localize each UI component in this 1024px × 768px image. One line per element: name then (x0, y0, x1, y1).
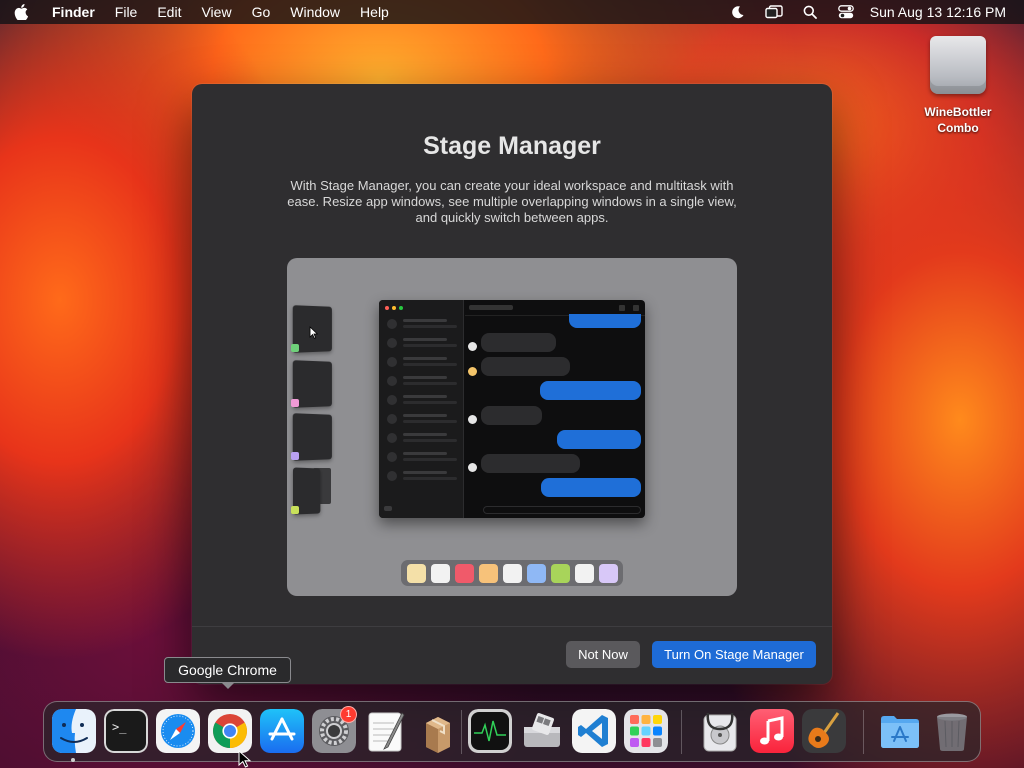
vscode-icon[interactable] (572, 709, 616, 753)
preview-dock-tile (574, 563, 594, 583)
focus-moon-icon[interactable] (720, 5, 756, 19)
dock-separator (681, 710, 682, 754)
activity-monitor-icon[interactable] (468, 709, 512, 753)
zoom-dot-icon (399, 306, 403, 310)
menu-window[interactable]: Window (280, 0, 350, 24)
chrome-icon[interactable] (208, 709, 252, 753)
minimize-dot-icon (392, 306, 396, 310)
apple-logo-icon[interactable] (0, 4, 42, 20)
preview-conversation-row (385, 394, 459, 406)
preview-bubble-out (557, 430, 641, 449)
preview-bubble-out (541, 478, 641, 497)
control-center-icon[interactable] (828, 5, 864, 19)
preview-avatar (468, 463, 477, 472)
preview-dock-tile (550, 563, 570, 583)
applications-folder-icon[interactable] (878, 709, 922, 753)
preview-bubble-in (481, 357, 570, 376)
mouse-cursor-icon (238, 750, 252, 768)
dock-separator (461, 710, 462, 754)
preview-avatar (468, 415, 477, 424)
preview-conversation-row (385, 356, 459, 368)
preview-app-dot-1 (291, 344, 299, 352)
menu-help[interactable]: Help (350, 0, 399, 24)
preview-message-input (483, 506, 641, 514)
external-drive-icon (930, 36, 986, 94)
desktop-icon-label: WineBottler Combo (924, 104, 991, 136)
desktop-icon-winebottler[interactable]: WineBottler Combo (918, 36, 998, 136)
trash-icon[interactable] (930, 709, 974, 753)
preview-dock-tile (478, 563, 498, 583)
dock-tooltip-arrow (221, 682, 235, 689)
dock: >_ 1 (43, 701, 981, 762)
preview-conversation-row (385, 318, 459, 330)
stage-manager-preview (287, 258, 737, 596)
desktop-icon-label-line1: WineBottler (924, 105, 992, 119)
running-indicator (71, 758, 75, 762)
preview-dock-tile (454, 563, 474, 583)
desktop-icon-label-line2: Combo (937, 121, 979, 135)
menu-file[interactable]: File (105, 0, 148, 24)
disk-utility-stethoscope-icon[interactable] (698, 709, 742, 753)
launchpad-grid-icon[interactable] (624, 709, 668, 753)
notification-badge: 1 (340, 706, 357, 723)
not-now-button[interactable]: Not Now (566, 641, 640, 668)
menu-clock[interactable]: Sun Aug 13 12:16 PM (864, 4, 1024, 20)
boot-camp-icon[interactable] (520, 709, 564, 753)
preview-avatar (468, 342, 477, 351)
finder-icon[interactable] (52, 709, 96, 753)
music-note-icon[interactable] (750, 709, 794, 753)
preview-conversation-row (385, 432, 459, 444)
preview-messages-window (379, 300, 645, 518)
preview-bubble-in (481, 454, 580, 473)
spotlight-search-icon[interactable] (792, 5, 828, 19)
preview-conversation-row (385, 337, 459, 349)
preview-conversation-row (385, 470, 459, 482)
preview-bubble-out (569, 314, 641, 328)
menu-go[interactable]: Go (242, 0, 281, 24)
preview-dock-tile (406, 563, 426, 583)
menu-app-name[interactable]: Finder (42, 0, 105, 24)
preview-dock (401, 560, 623, 586)
preview-conversation-row (385, 413, 459, 425)
turn-on-stage-manager-button[interactable]: Turn On Stage Manager (652, 641, 816, 668)
preview-sidebar (379, 300, 464, 518)
dock-separator (863, 710, 864, 754)
dialog-title: Stage Manager (423, 132, 601, 160)
terminal-icon[interactable]: >_ (104, 709, 148, 753)
preview-dock-tile (526, 563, 546, 583)
dialog-description: With Stage Manager, you can create your … (287, 178, 737, 225)
preview-bubble-out (540, 381, 641, 400)
guitar-icon[interactable] (802, 709, 846, 753)
preview-app-dot-2 (291, 399, 299, 407)
preview-app-dot-3 (291, 452, 299, 460)
stage-manager-dialog: Stage Manager With Stage Manager, you ca… (192, 84, 832, 684)
textedit-pen-icon[interactable] (364, 709, 408, 753)
preview-cursor-icon (309, 326, 318, 339)
menu-bar: Finder File Edit View Go Window Help Sun… (0, 0, 1024, 24)
safari-compass-icon[interactable] (156, 709, 200, 753)
package-box-icon[interactable] (416, 709, 460, 753)
preview-bubble-in (481, 333, 556, 352)
preview-conversation-row (385, 375, 459, 387)
preview-dock-tile (598, 563, 618, 583)
menu-edit[interactable]: Edit (147, 0, 191, 24)
menu-view[interactable]: View (191, 0, 241, 24)
preview-avatar (468, 367, 477, 376)
preview-compose-icon (384, 506, 392, 511)
preview-conversation-row (385, 451, 459, 463)
app-store-icon[interactable] (260, 709, 304, 753)
stage-manager-icon[interactable] (756, 5, 792, 19)
preview-dock-tile (430, 563, 450, 583)
preview-dock-tile (502, 563, 522, 583)
svg-text:>_: >_ (112, 720, 127, 734)
preview-app-dot-4 (291, 506, 299, 514)
dock-tooltip: Google Chrome (164, 657, 291, 683)
close-dot-icon (385, 306, 389, 310)
preview-bubble-in (481, 406, 542, 425)
dialog-divider (192, 626, 832, 627)
